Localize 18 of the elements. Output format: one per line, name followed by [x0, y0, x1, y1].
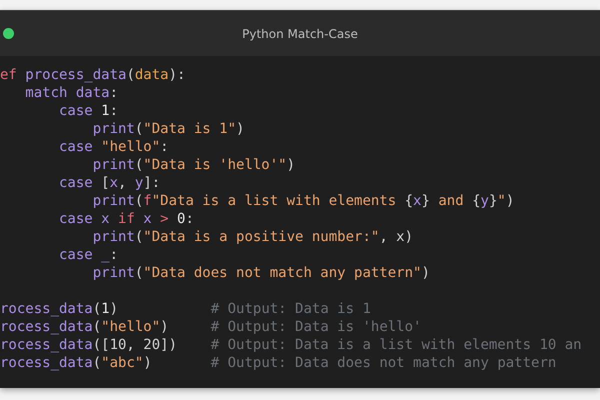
code-line: ef process_data(data): — [0, 66, 186, 84]
code-line: print("Data is 'hello'") — [92, 156, 296, 174]
code-line: rocess_data(1) # Output: Data is 1 — [0, 300, 371, 318]
code-line: case _: — [58, 246, 118, 264]
code-line: case "hello": — [58, 138, 169, 156]
code-line: rocess_data([10, 20]) # Output: Data is a list with elements 10 an — [0, 336, 582, 354]
code-line: case [x, y]: — [58, 174, 160, 192]
code-line: match data: — [24, 84, 118, 102]
code-line: case x if x > 0: — [58, 210, 194, 228]
window-control-icon[interactable] — [3, 28, 14, 39]
window-title: Python Match-Case — [242, 26, 358, 40]
code-line: case 1: — [58, 102, 118, 120]
code-line: rocess_data("hello") # Output: Data is 'hello' — [0, 318, 422, 336]
code-line: print("Data is 1") — [92, 120, 244, 138]
code-line: print("Data does not match any pattern") — [92, 264, 430, 282]
code-line: print("Data is a positive number:", x) — [92, 228, 414, 246]
code-line: print(f"Data is a list with elements {x} and {y}") — [92, 192, 514, 210]
code-line: rocess_data("abc") # Output: Data does not match any pattern — [0, 354, 556, 372]
